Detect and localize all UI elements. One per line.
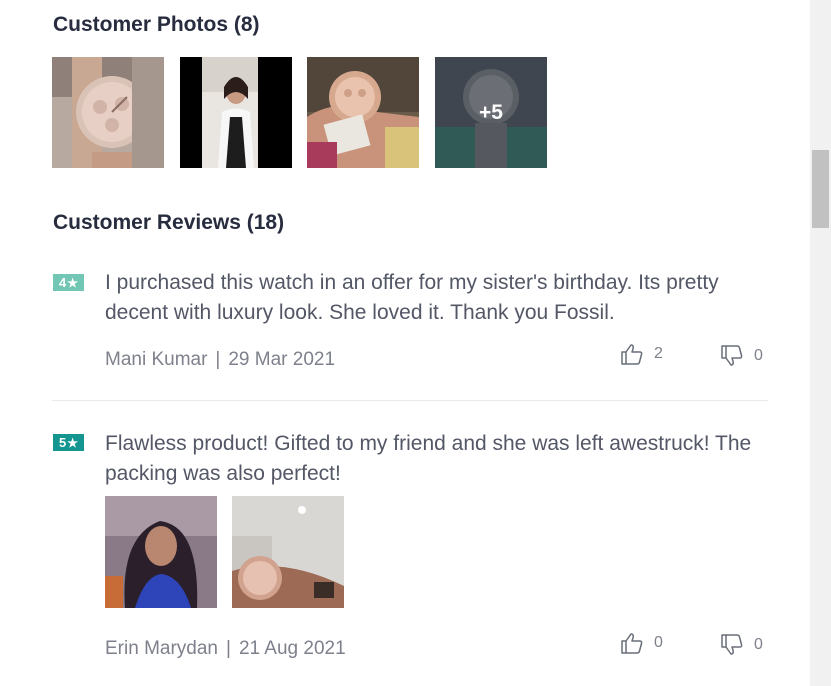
reviews-section: Customer Photos (8) +5 Customer Reviews … xyxy=(0,0,810,686)
customer-reviews-title: Customer Reviews (18) xyxy=(53,211,285,234)
meta-separator: | xyxy=(215,349,221,370)
review-author: Erin Marydan xyxy=(105,638,218,659)
meta-separator: | xyxy=(226,638,231,659)
review-divider xyxy=(52,400,768,401)
review-meta: Mani Kumar | 29 Mar 2021 xyxy=(105,349,335,371)
review-date: 21 Aug 2021 xyxy=(238,638,346,659)
customer-photo-thumbnail[interactable] xyxy=(52,57,164,168)
like-button[interactable]: 0 xyxy=(620,632,663,654)
review-photo-thumbnail[interactable] xyxy=(105,496,217,608)
dislike-button[interactable]: 0 xyxy=(720,345,763,367)
like-count: 0 xyxy=(654,634,663,651)
customer-photo-thumbnail[interactable] xyxy=(307,57,419,168)
thumbs-down-icon xyxy=(721,634,743,655)
dislike-button[interactable]: 0 xyxy=(720,634,763,656)
more-photos-count: +5 xyxy=(479,100,503,124)
review-meta: Erin Marydan | 21 Aug 2021 xyxy=(105,638,346,660)
like-count: 2 xyxy=(654,345,663,362)
review-text: I purchased this watch in an offer for m… xyxy=(105,271,719,324)
more-photos-thumbnail[interactable]: +5 xyxy=(435,57,547,168)
thumbs-up-icon xyxy=(621,344,643,365)
dislike-count: 0 xyxy=(754,347,763,364)
customer-photos-title: Customer Photos (8) xyxy=(53,13,260,36)
like-button[interactable]: 2 xyxy=(620,343,663,365)
rating-badge: 5 ★ xyxy=(53,434,84,451)
thumbs-up-icon xyxy=(621,633,643,654)
review-author: Mani Kumar xyxy=(105,349,208,370)
rating-value: 5 xyxy=(59,435,67,450)
vertical-scrollbar[interactable] xyxy=(810,0,831,686)
star-icon: ★ xyxy=(67,435,78,450)
review-photo-thumbnail[interactable] xyxy=(232,496,344,608)
thumbs-down-icon xyxy=(721,345,743,366)
scrollbar-thumb[interactable] xyxy=(812,150,829,228)
rating-badge: 4 ★ xyxy=(53,274,84,291)
review-text: Flawless product! Gifted to my friend an… xyxy=(105,432,752,485)
review-date: 29 Mar 2021 xyxy=(228,349,336,370)
star-icon: ★ xyxy=(67,275,78,290)
dislike-count: 0 xyxy=(754,636,763,653)
rating-value: 4 xyxy=(59,275,67,290)
customer-photo-thumbnail[interactable] xyxy=(180,57,292,168)
